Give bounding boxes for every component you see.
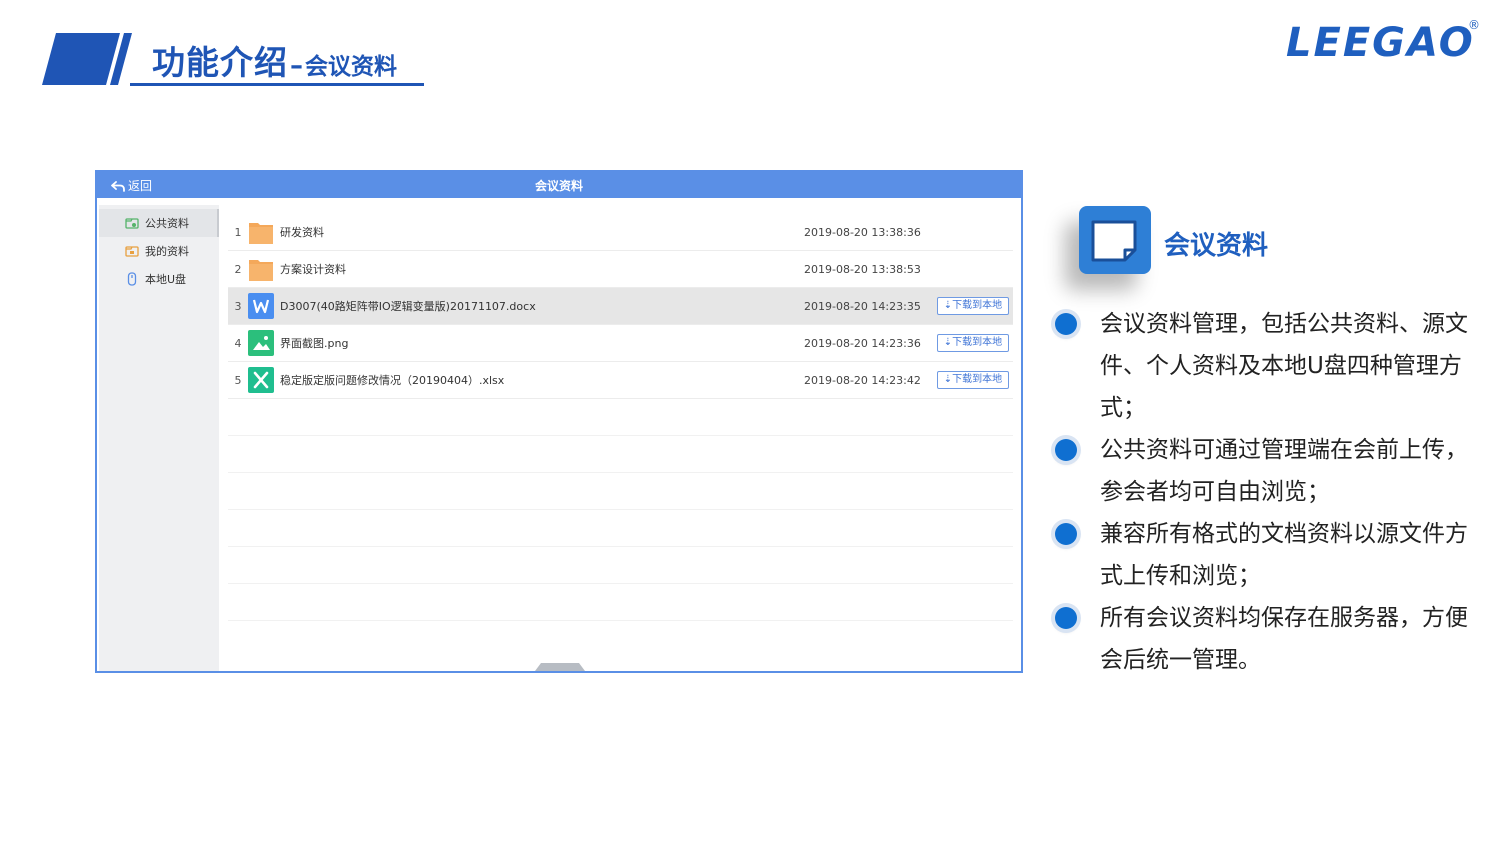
file-name: 稳定版定版问题修改情况（20190404）.xlsx (280, 374, 505, 387)
file-list: 1 研发资料 2019-08-20 13:38:36 2 方案设计资料 2019… (228, 214, 1013, 621)
download-button[interactable]: ⇣下载到本地 (937, 334, 1009, 352)
folder-icon (249, 260, 273, 281)
my-folder-icon (125, 246, 139, 257)
title-accent-bars (42, 33, 132, 85)
feature-title: 会议资料 (1164, 231, 1269, 261)
row-number: 5 (234, 373, 242, 387)
empty-row (228, 436, 1013, 473)
image-file-icon (248, 330, 274, 356)
file-name: 方案设计资料 (280, 263, 346, 276)
scroll-up-handle[interactable] (535, 663, 585, 671)
public-folder-icon (125, 218, 139, 229)
empty-row (228, 399, 1013, 436)
empty-row (228, 473, 1013, 510)
file-date: 2019-08-20 14:23:35 (804, 299, 921, 313)
download-button[interactable]: ⇣下载到本地 (937, 297, 1009, 315)
row-number: 3 (234, 299, 242, 313)
bullet-text: 公共资料可通过管理端在会前上传，参会者均可自由浏览； (1100, 437, 1468, 505)
file-row[interactable]: 4 界面截图.png 2019-08-20 14:23:36 ⇣下载到本地 (228, 325, 1013, 362)
file-row[interactable]: 2 方案设计资料 2019-08-20 13:38:53 (228, 251, 1013, 288)
file-row-selected[interactable]: 3 D3007(40路矩阵带IO逻辑变量版)20171107.docx 2019… (228, 288, 1013, 325)
bullet-item: 所有会议资料均保存在服务器，方便会后统一管理。 (1052, 597, 1472, 681)
bullet-text: 会议资料管理，包括公共资料、源文件、个人资料及本地U盘四种管理方式； (1100, 311, 1468, 421)
download-button[interactable]: ⇣下载到本地 (937, 371, 1009, 389)
bullet-dot-icon (1055, 313, 1077, 335)
sidebar-item-label: 本地U盘 (145, 273, 187, 286)
bullet-dot-icon (1055, 439, 1077, 461)
title-underline (130, 83, 424, 86)
usb-drive-icon (127, 272, 137, 286)
feature-icon (1079, 206, 1151, 274)
empty-row (228, 547, 1013, 584)
file-date: 2019-08-20 14:23:42 (804, 373, 921, 387)
excel-file-icon (248, 367, 274, 393)
empty-row (228, 510, 1013, 547)
feature-bullets: 会议资料管理，包括公共资料、源文件、个人资料及本地U盘四种管理方式； 公共资料可… (1052, 303, 1472, 681)
file-row[interactable]: 1 研发资料 2019-08-20 13:38:36 (228, 214, 1013, 251)
row-number: 4 (234, 336, 242, 350)
slide-title-main: 功能介绍 (152, 43, 288, 82)
word-file-icon (248, 293, 274, 319)
bullet-text: 兼容所有格式的文档资料以源文件方式上传和浏览； (1100, 521, 1468, 589)
sidebar-item-mine[interactable]: 我的资料 (99, 237, 219, 265)
sidebar-item-label: 公共资料 (145, 217, 189, 230)
bullet-item: 会议资料管理，包括公共资料、源文件、个人资料及本地U盘四种管理方式； (1052, 303, 1472, 429)
file-row[interactable]: 5 稳定版定版问题修改情况（20190404）.xlsx 2019-08-20 … (228, 362, 1013, 399)
slide-title-dash: – (290, 51, 303, 81)
folder-icon (249, 223, 273, 244)
sidebar-item-usb[interactable]: 本地U盘 (99, 265, 219, 293)
app-title: 会议资料 (534, 179, 583, 193)
file-name: 界面截图.png (280, 337, 349, 350)
file-name: D3007(40路矩阵带IO逻辑变量版)20171107.docx (280, 300, 536, 313)
app-header: 返回 会议资料 (97, 172, 1021, 198)
file-date: 2019-08-20 13:38:53 (804, 262, 921, 276)
bullet-dot-icon (1055, 607, 1077, 629)
bullet-dot-icon (1055, 523, 1077, 545)
file-name: 研发资料 (280, 226, 324, 239)
sidebar-item-public[interactable]: 公共资料 (99, 209, 219, 237)
row-number: 1 (234, 225, 242, 239)
bullet-item: 公共资料可通过管理端在会前上传，参会者均可自由浏览； (1052, 429, 1472, 513)
sidebar-item-label: 我的资料 (145, 245, 189, 258)
app-window: 返回 会议资料 公共资料 我的资料 本地U盘 1 研发资料 2019-08-20… (95, 170, 1023, 673)
sidebar: 公共资料 我的资料 本地U盘 (99, 205, 219, 671)
file-date: 2019-08-20 13:38:36 (804, 225, 921, 239)
registered-mark: ® (1468, 18, 1480, 32)
file-date: 2019-08-20 14:23:36 (804, 336, 921, 350)
bullet-item: 兼容所有格式的文档资料以源文件方式上传和浏览； (1052, 513, 1472, 597)
document-note-icon (1091, 220, 1137, 262)
empty-row (228, 584, 1013, 621)
bullet-text: 所有会议资料均保存在服务器，方便会后统一管理。 (1100, 605, 1468, 673)
row-number: 2 (234, 262, 242, 276)
brand-logo: LEEGAO (1286, 20, 1475, 66)
slide-title: 功能介绍 – 会议资料 (152, 36, 397, 84)
slide-title-sub: 会议资料 (305, 54, 397, 80)
